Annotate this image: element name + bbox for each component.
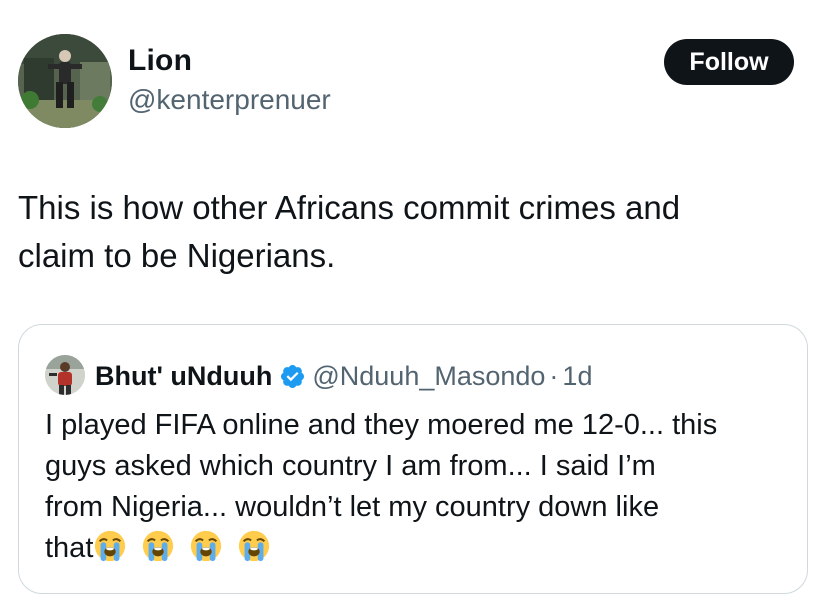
author-avatar[interactable] [18,34,112,128]
tweet-text-line: claim to be Nigerians. [18,237,336,274]
emoji-row [93,529,285,563]
author-handle[interactable]: @kenterprenuer [128,84,331,116]
follow-button[interactable]: Follow [664,39,794,85]
crying-face-icon [95,530,126,562]
quoted-tweet-timestamp[interactable]: 1d [562,361,592,392]
quoted-text-word: that [45,532,94,564]
author-display-name[interactable]: Lion [128,44,192,78]
profile-photo-icon [18,34,112,128]
crying-face-icon [191,530,222,562]
quoted-tweet-card[interactable]: Bhut' uNduuh @Nduuh_Masondo · 1d I playe… [18,324,808,594]
quoted-author-handle[interactable]: @Nduuh_Masondo [312,361,545,392]
quoted-author-avatar[interactable] [45,355,85,395]
profile-photo-icon [45,355,85,395]
quoted-tweet-header: Bhut' uNduuh @Nduuh_Masondo · 1d [95,356,592,396]
quoted-text-line: from Nigeria... wouldn’t let my country … [45,491,660,523]
quoted-tweet-text: I played FIFA online and they moered me … [45,405,785,569]
quoted-text-line: I played FIFA online and they moered me … [45,409,718,441]
tweet-text-line: This is how other Africans commit crimes… [18,189,681,226]
quoted-text-line-last: that [45,528,785,569]
crying-face-icon [239,530,270,562]
quoted-author-name[interactable]: Bhut' uNduuh [95,361,272,392]
verified-badge-icon [281,364,305,388]
tweet-text: This is how other Africans commit crimes… [18,184,808,280]
crying-face-icon [143,530,174,562]
separator-dot: · [549,360,559,391]
quoted-text-line: guys asked which country I am from... I … [45,450,656,482]
